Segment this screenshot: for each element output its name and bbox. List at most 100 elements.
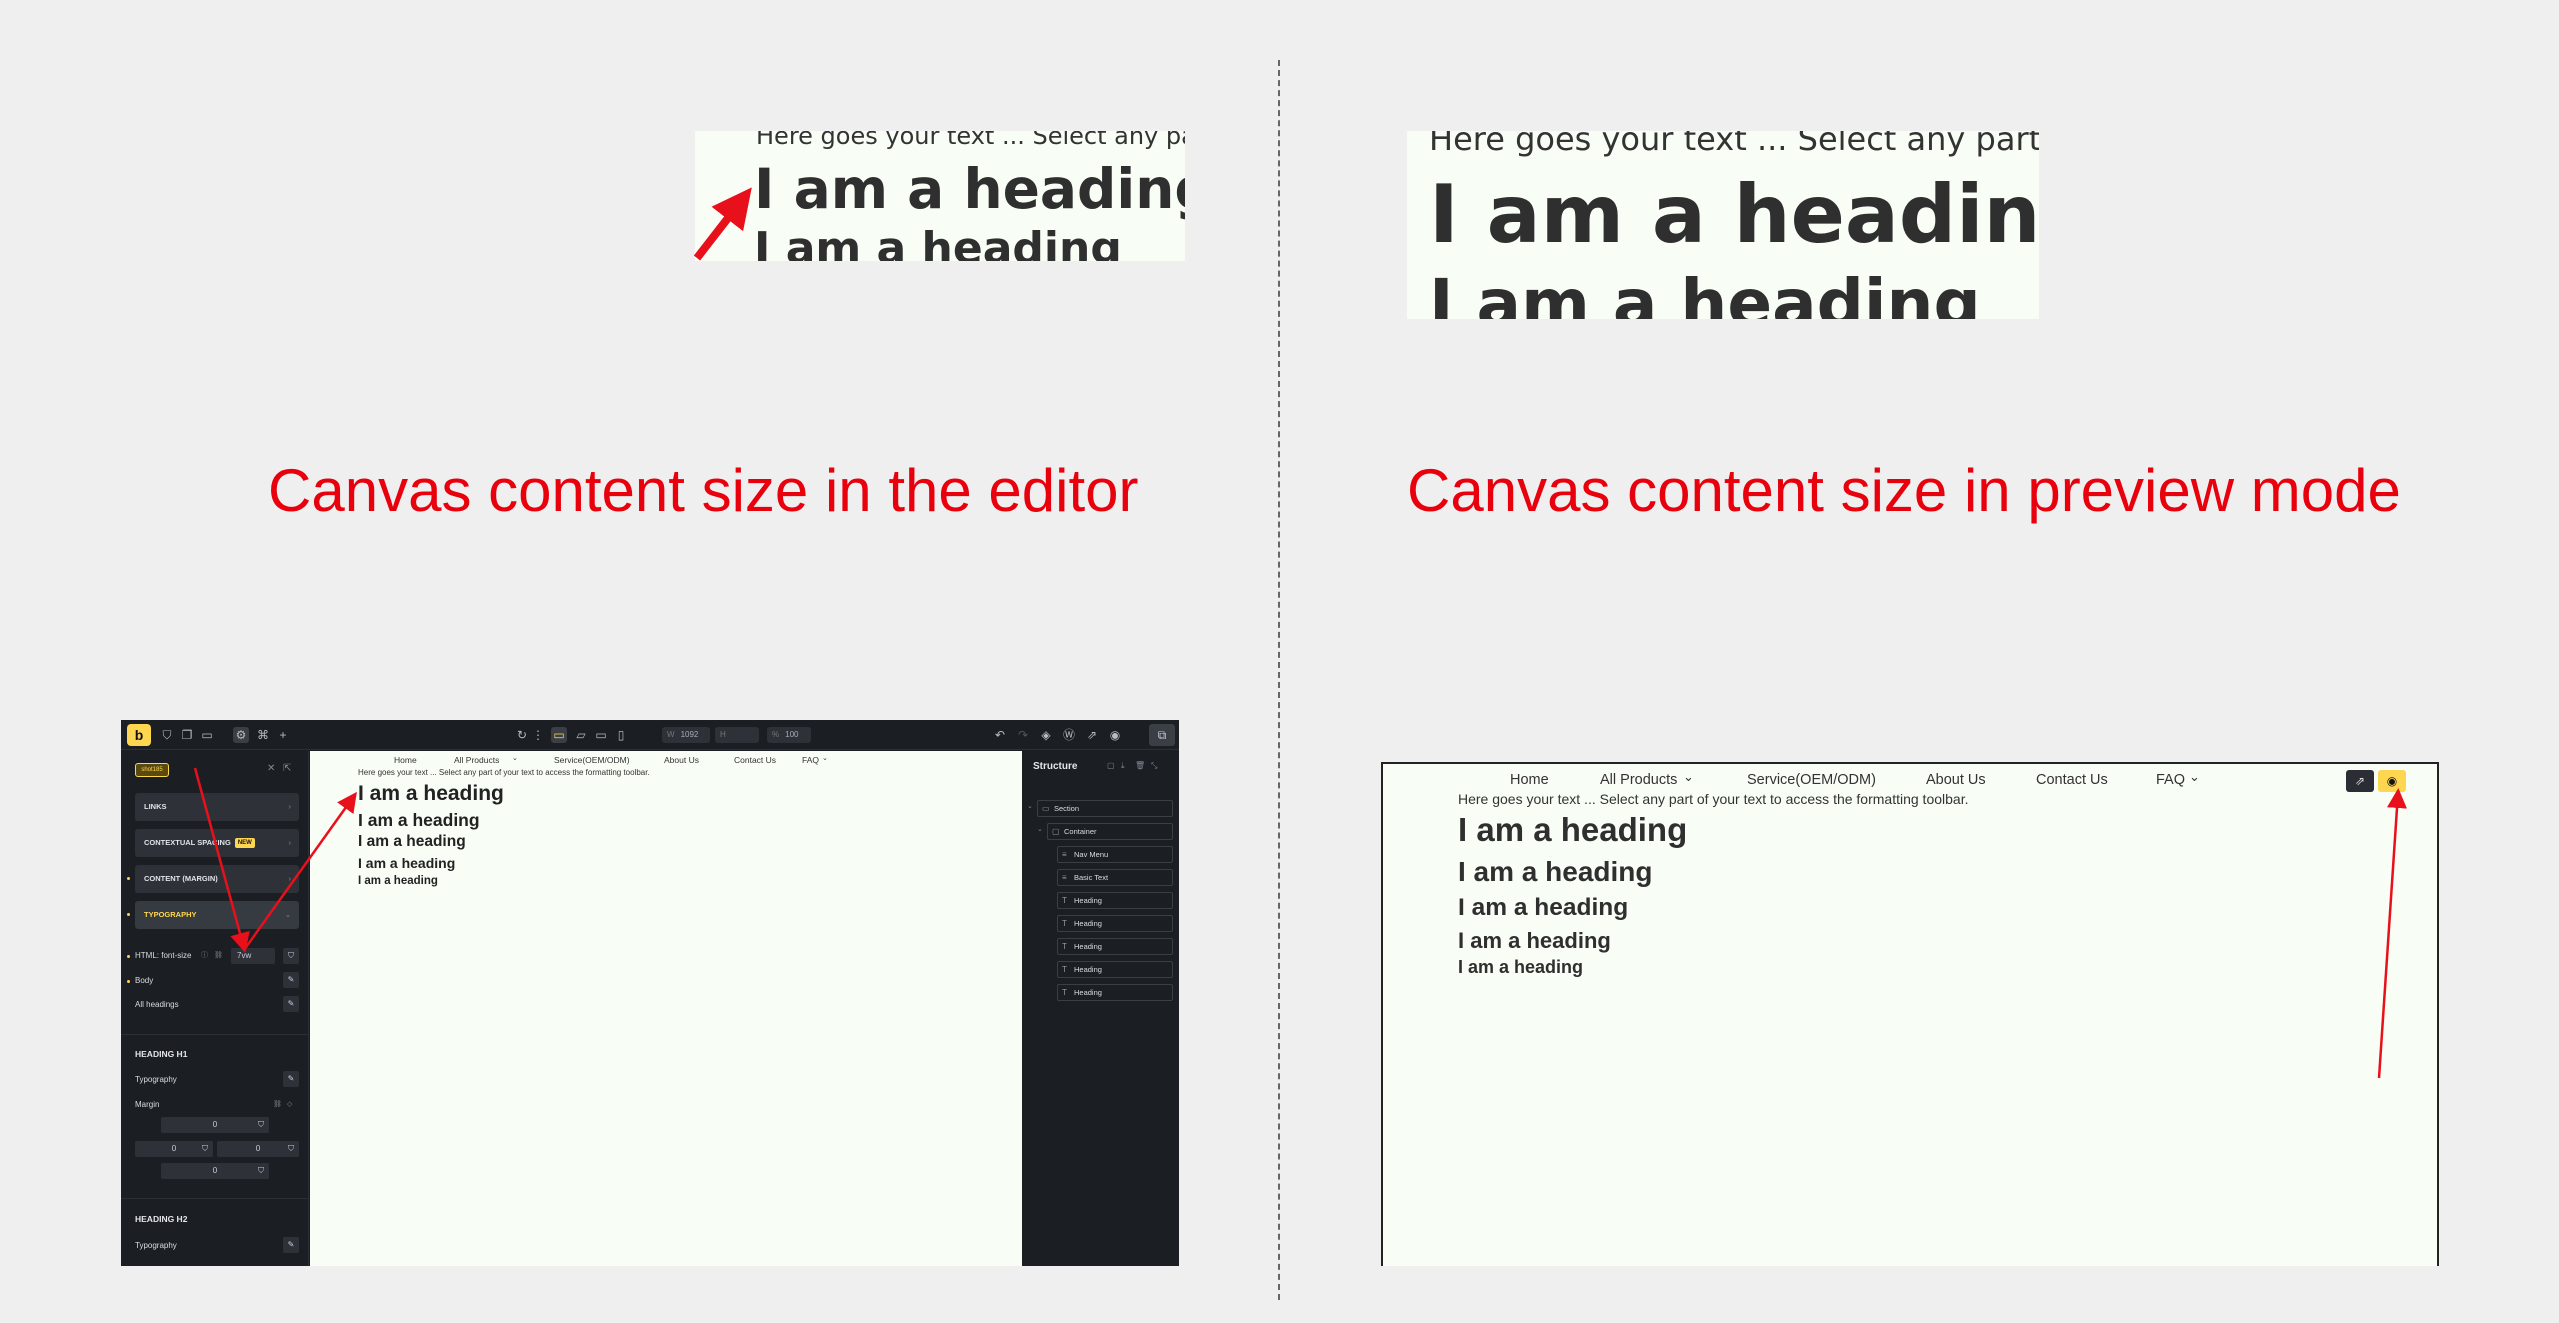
builder-logo[interactable]: b — [127, 724, 151, 746]
command-icon[interactable]: ⌘ — [255, 727, 271, 743]
heading-h1[interactable]: I am a heading — [358, 782, 504, 806]
mobile-icon[interactable]: ▯ — [613, 727, 629, 743]
nav-item-home[interactable]: Home — [394, 755, 417, 765]
zoom-field[interactable]: % 100 — [767, 727, 811, 743]
heading-h3[interactable]: I am a heading — [358, 833, 466, 851]
nav-item-home[interactable]: Home — [1510, 772, 1549, 788]
width-value: 1092 — [680, 730, 699, 739]
heading-h5[interactable]: I am a heading — [358, 875, 438, 887]
structure-panel: Structure ▢ ⤓ 🗑 ⤡ ⌄ ▭ Section ⌄ ▢ Containe… — [1023, 751, 1179, 1266]
heading-h5: I am a heading — [1458, 957, 1584, 977]
wordpress-icon[interactable]: Ⓦ — [1061, 727, 1077, 743]
more-icon[interactable]: ⋮ — [530, 727, 546, 743]
search-tag[interactable]: shot185 — [135, 763, 169, 777]
structure-item-heading[interactable]: T Heading — [1057, 915, 1173, 932]
chevron-down-icon[interactable]: ⌄ — [1037, 825, 1043, 833]
save-icon[interactable]: ⧉ — [1149, 724, 1175, 746]
external-link-icon[interactable]: ⇗ — [2346, 770, 2374, 792]
all-headings-label: All headings — [135, 1000, 179, 1009]
trash-icon[interactable]: 🗑 — [1135, 761, 1145, 770]
layers-icon[interactable]: ◈ — [1038, 727, 1054, 743]
pages-icon[interactable]: ❐ — [179, 727, 195, 743]
close-icon[interactable]: ✕ — [267, 763, 275, 774]
nav-item-about[interactable]: About Us — [1926, 772, 1986, 788]
collapse-icon[interactable]: ⤡ — [1151, 761, 1157, 771]
body-label: Body — [135, 976, 154, 985]
nav-item-service[interactable]: Service(OEM/ODM) — [1747, 772, 1876, 788]
h1-typography-label: Typography — [135, 1075, 177, 1084]
structure-item-basic-text[interactable]: ≡ Basic Text — [1057, 869, 1173, 886]
width-field[interactable]: W 1092 — [662, 727, 710, 743]
nav-item-contact[interactable]: Contact Us — [734, 755, 776, 765]
info-icon: ⓘ — [201, 952, 208, 959]
preview-zoom-crop: Here goes your text ... Select any part … — [1407, 131, 2039, 319]
nav-item-faq[interactable]: FAQ — [2156, 772, 2185, 788]
structure-item-label: Heading — [1074, 919, 1102, 928]
nav-item-service[interactable]: Service(OEM/ODM) — [554, 755, 630, 765]
zoom-heading-1: I am a heading — [754, 157, 1185, 221]
nav-item-about[interactable]: About Us — [664, 755, 699, 765]
structure-item-label: Section — [1054, 804, 1080, 813]
edit-headings-button[interactable]: ✎ — [283, 996, 299, 1012]
structure-item-nav-menu[interactable]: ≡ Nav Menu — [1057, 846, 1173, 863]
edit-h2-typography-button[interactable]: ✎ — [283, 1237, 299, 1253]
reset-icon[interactable]: ◇ — [287, 1100, 292, 1108]
shield-icon[interactable]: ⛉ — [159, 727, 175, 743]
basic-text[interactable]: Here goes your text ... Select any part … — [358, 768, 650, 777]
structure-item-heading[interactable]: T Heading — [1057, 961, 1173, 978]
edit-h1-typography-button[interactable]: ✎ — [283, 1071, 299, 1087]
html-font-size-input[interactable]: 7vw — [231, 948, 275, 964]
structure-item-heading[interactable]: T Heading — [1057, 938, 1173, 955]
external-link-icon[interactable]: ⇗ — [1084, 727, 1100, 743]
undo-icon[interactable]: ↶ — [992, 727, 1008, 743]
download-icon[interactable]: ⤓ — [1121, 761, 1125, 771]
heading-h4[interactable]: I am a heading — [358, 855, 455, 871]
gear-icon[interactable]: ⚙ — [233, 727, 249, 743]
link-icon[interactable]: ⛓ — [273, 1100, 282, 1108]
heading-h2[interactable]: I am a heading — [358, 810, 480, 831]
laptop-icon[interactable]: ▱ — [573, 727, 589, 743]
accordion-spacing-label: CONTEXTUAL SPACING — [144, 838, 231, 847]
clipboard-icon[interactable]: ▢ — [1107, 761, 1115, 770]
structure-item-heading[interactable]: T Heading — [1057, 892, 1173, 909]
structure-item-container[interactable]: ▢ Container — [1047, 823, 1173, 840]
units-button[interactable]: ⛉ — [283, 948, 299, 964]
tablet-landscape-icon[interactable]: ▭ — [593, 727, 609, 743]
zoom-label: % — [772, 730, 780, 739]
edit-body-button[interactable]: ✎ — [283, 972, 299, 988]
cursor-icon[interactable]: ⇱ — [283, 763, 291, 774]
link-icon[interactable]: ⛓ — [214, 951, 223, 959]
chevron-down-icon: ⌄ — [1683, 769, 1694, 784]
zoom-value: 100 — [785, 730, 799, 739]
folder-icon[interactable]: ▭ — [199, 727, 215, 743]
container-icon: ▢ — [1052, 827, 1060, 836]
eye-icon[interactable]: ◉ — [2378, 770, 2406, 792]
text-icon: ≡ — [1062, 873, 1067, 882]
structure-item-heading[interactable]: T Heading — [1057, 984, 1173, 1001]
zoom-heading-2: I am a heading — [754, 223, 1122, 261]
redo-icon[interactable]: ↷ — [1015, 727, 1031, 743]
eye-icon[interactable]: ◉ — [1107, 727, 1123, 743]
nav-item-faq[interactable]: FAQ — [802, 755, 819, 765]
editor-zoom-crop: Here goes your text ... Select any part … — [695, 131, 1185, 261]
nav-item-contact[interactable]: Contact Us — [2036, 772, 2108, 788]
chevron-right-icon: › — [288, 874, 292, 883]
accordion-links[interactable]: LINKS › — [135, 793, 299, 821]
accordion-content-margin[interactable]: CONTENT (MARGIN) › — [135, 865, 299, 893]
accordion-contextual-spacing[interactable]: CONTEXTUAL SPACING NEW › — [135, 829, 299, 857]
desktop-icon[interactable]: ▭ — [551, 727, 567, 743]
accordion-typography[interactable]: TYPOGRAPHY ⌄ — [135, 901, 299, 929]
heading-h3: I am a heading — [1458, 894, 1629, 921]
editor-canvas: Home All Products ⌄ Service(OEM/ODM) Abo… — [310, 751, 1022, 1266]
structure-item-section[interactable]: ▭ Section — [1037, 800, 1173, 817]
nav-item-all-products[interactable]: All Products — [454, 755, 499, 765]
height-field[interactable]: H — [715, 727, 759, 743]
chevron-down-icon[interactable]: ⌄ — [1027, 802, 1033, 810]
refresh-icon[interactable]: ↻ — [514, 727, 530, 743]
margin-right-units[interactable]: ⛉ — [283, 1141, 299, 1157]
margin-top-units[interactable]: ⛉ — [253, 1117, 269, 1133]
margin-left-units[interactable]: ⛉ — [197, 1141, 213, 1157]
nav-item-all-products[interactable]: All Products — [1600, 772, 1677, 788]
plus-icon[interactable]: + — [275, 727, 291, 743]
margin-bottom-units[interactable]: ⛉ — [253, 1163, 269, 1179]
